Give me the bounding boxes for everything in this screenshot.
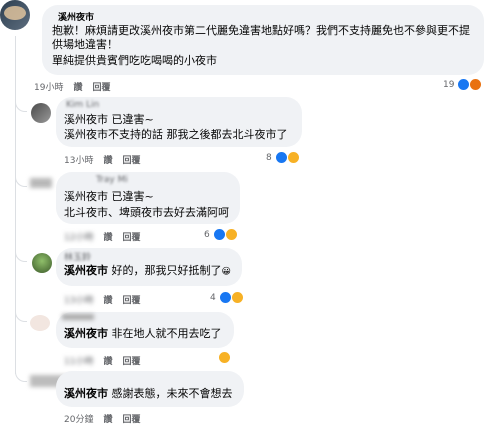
reply-author[interactable]: 林玉鈴 — [64, 250, 91, 263]
name-tag[interactable]: 溪州夜市 — [64, 264, 108, 277]
timestamp[interactable]: 13小時 — [64, 156, 93, 166]
reaction-count: 6 — [204, 229, 210, 240]
avatar[interactable] — [0, 0, 30, 30]
reply-button[interactable]: 回覆 — [122, 296, 140, 306]
reply-text: 溪州夜市 已違害~ — [64, 190, 154, 203]
avatar[interactable] — [30, 315, 50, 331]
like-button[interactable]: 讚 — [103, 233, 112, 243]
haha-reaction-icon — [218, 351, 231, 364]
thread-branch — [15, 250, 27, 262]
timestamp[interactable]: 13小時 — [64, 296, 93, 306]
reply-text: 北斗夜市、埤頭夜市去好去滿阿呵 — [64, 206, 229, 219]
like-reaction-icon — [274, 151, 288, 164]
timestamp[interactable]: 12小時 — [64, 233, 93, 243]
name-tag[interactable]: 溪州夜市 — [64, 327, 108, 340]
like-reaction-icon — [212, 228, 226, 241]
avatar[interactable] — [30, 178, 52, 188]
angry-reaction-icon — [469, 78, 483, 91]
reply-text: 溪州夜市 感謝表態，未來不會想去 — [64, 387, 233, 400]
reply-meta: 13小時讚回覆 — [64, 293, 150, 306]
thread-branch — [15, 175, 27, 187]
reply-text: 溪州夜市 已違害~ — [64, 113, 154, 126]
reply-text: 溪州夜市不支持的話 那我之後都去北斗夜市了 — [64, 128, 288, 141]
reply-meta: 12小時讚回覆 — [64, 230, 150, 243]
avatar[interactable] — [32, 253, 52, 273]
like-button[interactable]: 讚 — [73, 83, 82, 93]
timestamp[interactable]: 20分鐘 — [64, 415, 93, 425]
avatar[interactable] — [31, 103, 51, 123]
like-button[interactable]: 讚 — [103, 156, 112, 166]
haha-reaction-icon — [224, 228, 238, 241]
reply-button[interactable]: 回覆 — [122, 156, 140, 166]
like-reaction-icon — [218, 291, 232, 304]
reply-author[interactable]: Tray Mi — [96, 175, 128, 185]
reply-button[interactable]: 回覆 — [122, 415, 140, 425]
thread-branch — [15, 370, 27, 382]
name-tag[interactable]: 溪州夜市 — [64, 387, 108, 400]
reaction-summary[interactable]: 8 — [266, 151, 300, 164]
haha-reaction-icon — [230, 291, 244, 304]
reply-text: 溪州夜市 非在地人就不用去吃了 — [64, 327, 222, 340]
comment-meta: 19小時讚回覆 — [34, 80, 120, 93]
reply-meta: 11小時讚回覆 — [64, 354, 150, 367]
reaction-summary[interactable]: 19 — [443, 78, 483, 91]
reaction-summary[interactable] — [218, 351, 231, 364]
reply-meta: 20分鐘讚回覆 — [64, 412, 150, 425]
thread-branch — [15, 100, 27, 112]
haha-reaction-icon — [286, 151, 300, 164]
timestamp[interactable]: 19小時 — [34, 83, 63, 93]
reaction-count: 8 — [266, 152, 272, 163]
comment-author[interactable]: 溪州夜市 — [58, 10, 94, 23]
comment-text: 供場地違害！ — [52, 38, 118, 51]
reaction-count: 19 — [443, 79, 455, 90]
reply-button[interactable]: 回覆 — [122, 357, 140, 367]
comment-text: 單純提供貴賓們吃吃喝喝的小夜市 — [52, 54, 217, 67]
comment-text: 抱歉！麻煩請更改溪州夜市第二代麗免違害地點好嗎？我們不支持麗免也不參與更不提 — [52, 24, 470, 37]
thread-line — [15, 36, 16, 374]
reply-button[interactable]: 回覆 — [92, 83, 110, 93]
reply-text: 溪州夜市 好的，那我只好抵制了😀 — [64, 264, 231, 277]
timestamp[interactable]: 11小時 — [64, 357, 93, 367]
like-button[interactable]: 讚 — [103, 357, 112, 367]
reaction-summary[interactable]: 6 — [204, 228, 238, 241]
reaction-summary[interactable]: 4 — [210, 291, 244, 304]
reply-meta: 13小時讚回覆 — [64, 153, 150, 166]
grin-emoji-icon: 😀 — [221, 267, 231, 277]
reply-button[interactable]: 回覆 — [122, 233, 140, 243]
reply-author[interactable]: Kim Lin — [66, 100, 99, 110]
reply-author[interactable] — [62, 314, 94, 320]
like-button[interactable]: 讚 — [103, 296, 112, 306]
like-button[interactable]: 讚 — [103, 415, 112, 425]
reaction-count: 4 — [210, 292, 216, 303]
thread-branch — [15, 310, 27, 322]
